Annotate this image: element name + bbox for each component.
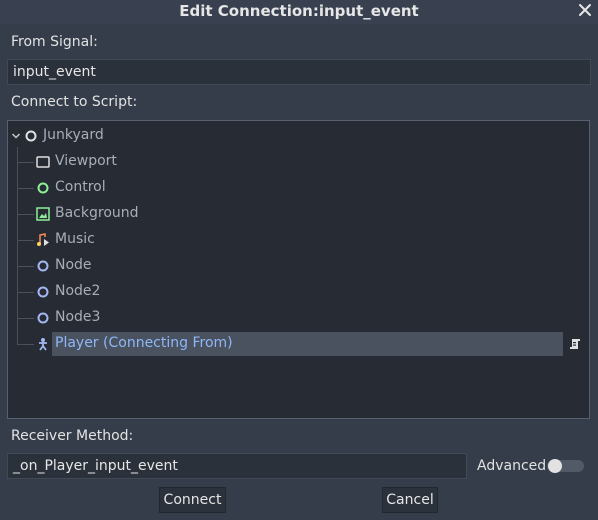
scene-tree[interactable]: Junkyard Viewport Control Background Mus… xyxy=(7,120,590,419)
tree-item-music[interactable]: Music xyxy=(8,228,588,252)
chevron-down-icon[interactable] xyxy=(11,129,21,143)
node-circle-icon xyxy=(36,285,50,299)
texture-rect-icon xyxy=(36,207,50,221)
connect-to-script-label: Connect to Script: xyxy=(11,94,138,110)
close-icon[interactable] xyxy=(576,0,594,20)
tree-item-label: Node2 xyxy=(55,283,101,299)
node-circle-icon xyxy=(36,311,50,325)
from-signal-field[interactable]: input_event xyxy=(7,59,591,85)
tree-item-label: Node xyxy=(55,257,92,273)
node-circle-icon xyxy=(24,129,38,143)
tree-item-node3[interactable]: Node3 xyxy=(8,306,588,330)
tree-item-label: Viewport xyxy=(55,153,117,169)
audio-stream-player-icon xyxy=(36,233,50,247)
cancel-button[interactable]: Cancel xyxy=(382,487,438,513)
toggle-knob xyxy=(548,459,562,473)
tree-item-control[interactable]: Control xyxy=(8,176,588,200)
tree-item-node2[interactable]: Node2 xyxy=(8,280,588,304)
kinematic-body-icon xyxy=(36,337,50,351)
tree-item-junkyard[interactable]: Junkyard xyxy=(8,124,588,148)
tree-item-label: Background xyxy=(55,205,139,221)
node-circle-icon xyxy=(36,259,50,273)
advanced-toggle[interactable] xyxy=(547,459,584,473)
tree-item-label: Junkyard xyxy=(43,127,104,143)
advanced-label: Advanced xyxy=(477,458,547,474)
receiver-method-input[interactable]: _on_Player_input_event xyxy=(7,453,467,479)
tree-item-viewport[interactable]: Viewport xyxy=(8,150,588,174)
receiver-method-label: Receiver Method: xyxy=(11,428,134,444)
tree-item-label: Player (Connecting From) xyxy=(55,335,233,351)
viewport-icon xyxy=(36,155,50,169)
tree-item-background[interactable]: Background xyxy=(8,202,588,226)
tree-item-player[interactable]: Player (Connecting From) xyxy=(8,332,588,356)
tree-item-label: Node3 xyxy=(55,309,101,325)
script-icon[interactable] xyxy=(568,337,582,351)
tree-item-label: Control xyxy=(55,179,106,195)
from-signal-label: From Signal: xyxy=(11,34,98,50)
tree-item-label: Music xyxy=(55,231,95,247)
connect-button[interactable]: Connect xyxy=(159,487,226,513)
control-icon xyxy=(36,181,50,195)
dialog-title: Edit Connection:input_event xyxy=(179,2,419,20)
tree-item-node[interactable]: Node xyxy=(8,254,588,278)
